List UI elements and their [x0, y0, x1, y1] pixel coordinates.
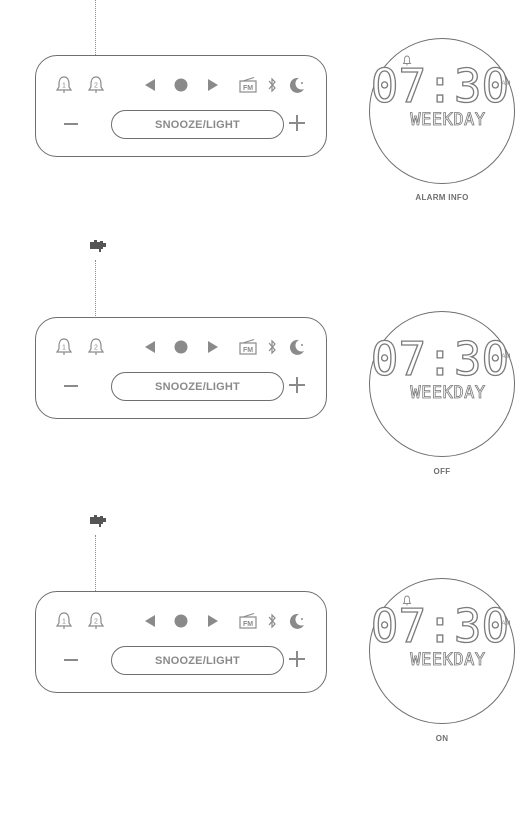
plus-button[interactable] — [289, 651, 305, 667]
weekday-readout: WEEKDAY — [410, 650, 485, 670]
dotted-guide-line — [95, 260, 96, 318]
minus-button[interactable] — [64, 659, 78, 661]
plus-button[interactable] — [289, 377, 305, 393]
step-caption: ON — [435, 734, 449, 743]
am-indicator: AM — [502, 81, 511, 87]
minus-button[interactable] — [64, 385, 78, 387]
dotted-guide-line — [95, 535, 96, 595]
am-indicator: AM — [502, 621, 511, 627]
plus-button[interactable] — [289, 115, 305, 131]
alarm-2-icon[interactable]: 2 — [88, 338, 104, 356]
moon-icon[interactable] — [288, 338, 306, 356]
prev-icon[interactable] — [144, 615, 156, 627]
radio-icon[interactable]: FM — [239, 77, 257, 93]
play-icon[interactable] — [174, 78, 188, 92]
step-1: 1 2 FM SNOOZE/LIGHT 07:30 AM WEEKDAY ALA… — [0, 0, 520, 260]
minus-button[interactable] — [64, 123, 78, 125]
weekday-readout: WEEKDAY — [410, 110, 485, 130]
fm-label: FM — [243, 347, 253, 354]
alarm-1-icon[interactable]: 1 — [56, 76, 72, 94]
clock-display-readout: 07:30 AM WEEKDAY — [370, 331, 511, 403]
moon-icon[interactable] — [288, 76, 306, 94]
bluetooth-icon[interactable] — [267, 613, 277, 629]
bluetooth-icon[interactable] — [267, 77, 277, 93]
alarm-2-number: 2 — [94, 619, 98, 626]
snooze-light-button[interactable]: SNOOZE/LIGHT — [111, 646, 284, 675]
clock-display: 07:30 AM WEEKDAY — [369, 311, 515, 457]
alarm-2-number: 2 — [94, 83, 98, 90]
alarm-1-number: 1 — [62, 345, 66, 352]
weekday-readout: WEEKDAY — [410, 383, 485, 403]
dotted-guide-line — [95, 0, 96, 55]
next-icon[interactable] — [207, 615, 219, 627]
step-caption: ALARM INFO — [415, 193, 469, 202]
alarm-2-icon[interactable]: 2 — [88, 612, 104, 630]
radio-icon[interactable]: FM — [239, 613, 257, 629]
time-readout: 07:30 — [371, 599, 509, 653]
alarm-1-icon[interactable]: 1 — [56, 612, 72, 630]
snooze-light-button[interactable]: SNOOZE/LIGHT — [111, 110, 284, 139]
step-2: 1 2 FM SNOOZE/LIGHT 07:30 AM WEEKDAY OFF — [0, 238, 520, 498]
clock-display: 07:30 AM WEEKDAY — [369, 578, 515, 724]
alarm-2-number: 2 — [94, 345, 98, 352]
alarm-1-number: 1 — [62, 619, 66, 626]
next-icon[interactable] — [207, 79, 219, 91]
play-icon[interactable] — [174, 340, 188, 354]
time-readout: 07:30 — [371, 332, 509, 386]
prev-icon[interactable] — [144, 79, 156, 91]
time-readout: 07:30 — [371, 59, 509, 113]
step-3: 1 2 FM SNOOZE/LIGHT 07:30 AM WEEKDAY ON — [0, 513, 520, 773]
snooze-light-button[interactable]: SNOOZE/LIGHT — [111, 372, 284, 401]
pointing-hand-icon — [86, 238, 108, 256]
moon-icon[interactable] — [288, 612, 306, 630]
step-caption: OFF — [433, 467, 451, 476]
bluetooth-icon[interactable] — [267, 339, 277, 355]
alarm-1-number: 1 — [62, 83, 66, 90]
next-icon[interactable] — [207, 341, 219, 353]
am-indicator: AM — [502, 354, 511, 360]
fm-label: FM — [243, 85, 253, 92]
clock-display: 07:30 AM WEEKDAY — [369, 38, 515, 184]
fm-label: FM — [243, 621, 253, 628]
clock-display-readout: 07:30 AM WEEKDAY — [370, 595, 511, 670]
alarm-2-icon[interactable]: 2 — [88, 76, 104, 94]
radio-icon[interactable]: FM — [239, 339, 257, 355]
prev-icon[interactable] — [144, 341, 156, 353]
clock-control-panel: 1 2 FM SNOOZE/LIGHT — [35, 591, 327, 693]
play-icon[interactable] — [174, 614, 188, 628]
clock-display-readout: 07:30 AM WEEKDAY — [370, 55, 511, 130]
alarm-1-icon[interactable]: 1 — [56, 338, 72, 356]
clock-control-panel: 1 2 FM SNOOZE/LIGHT — [35, 317, 327, 419]
clock-control-panel: 1 2 FM SNOOZE/LIGHT — [35, 55, 327, 157]
pointing-hand-icon — [86, 513, 108, 531]
